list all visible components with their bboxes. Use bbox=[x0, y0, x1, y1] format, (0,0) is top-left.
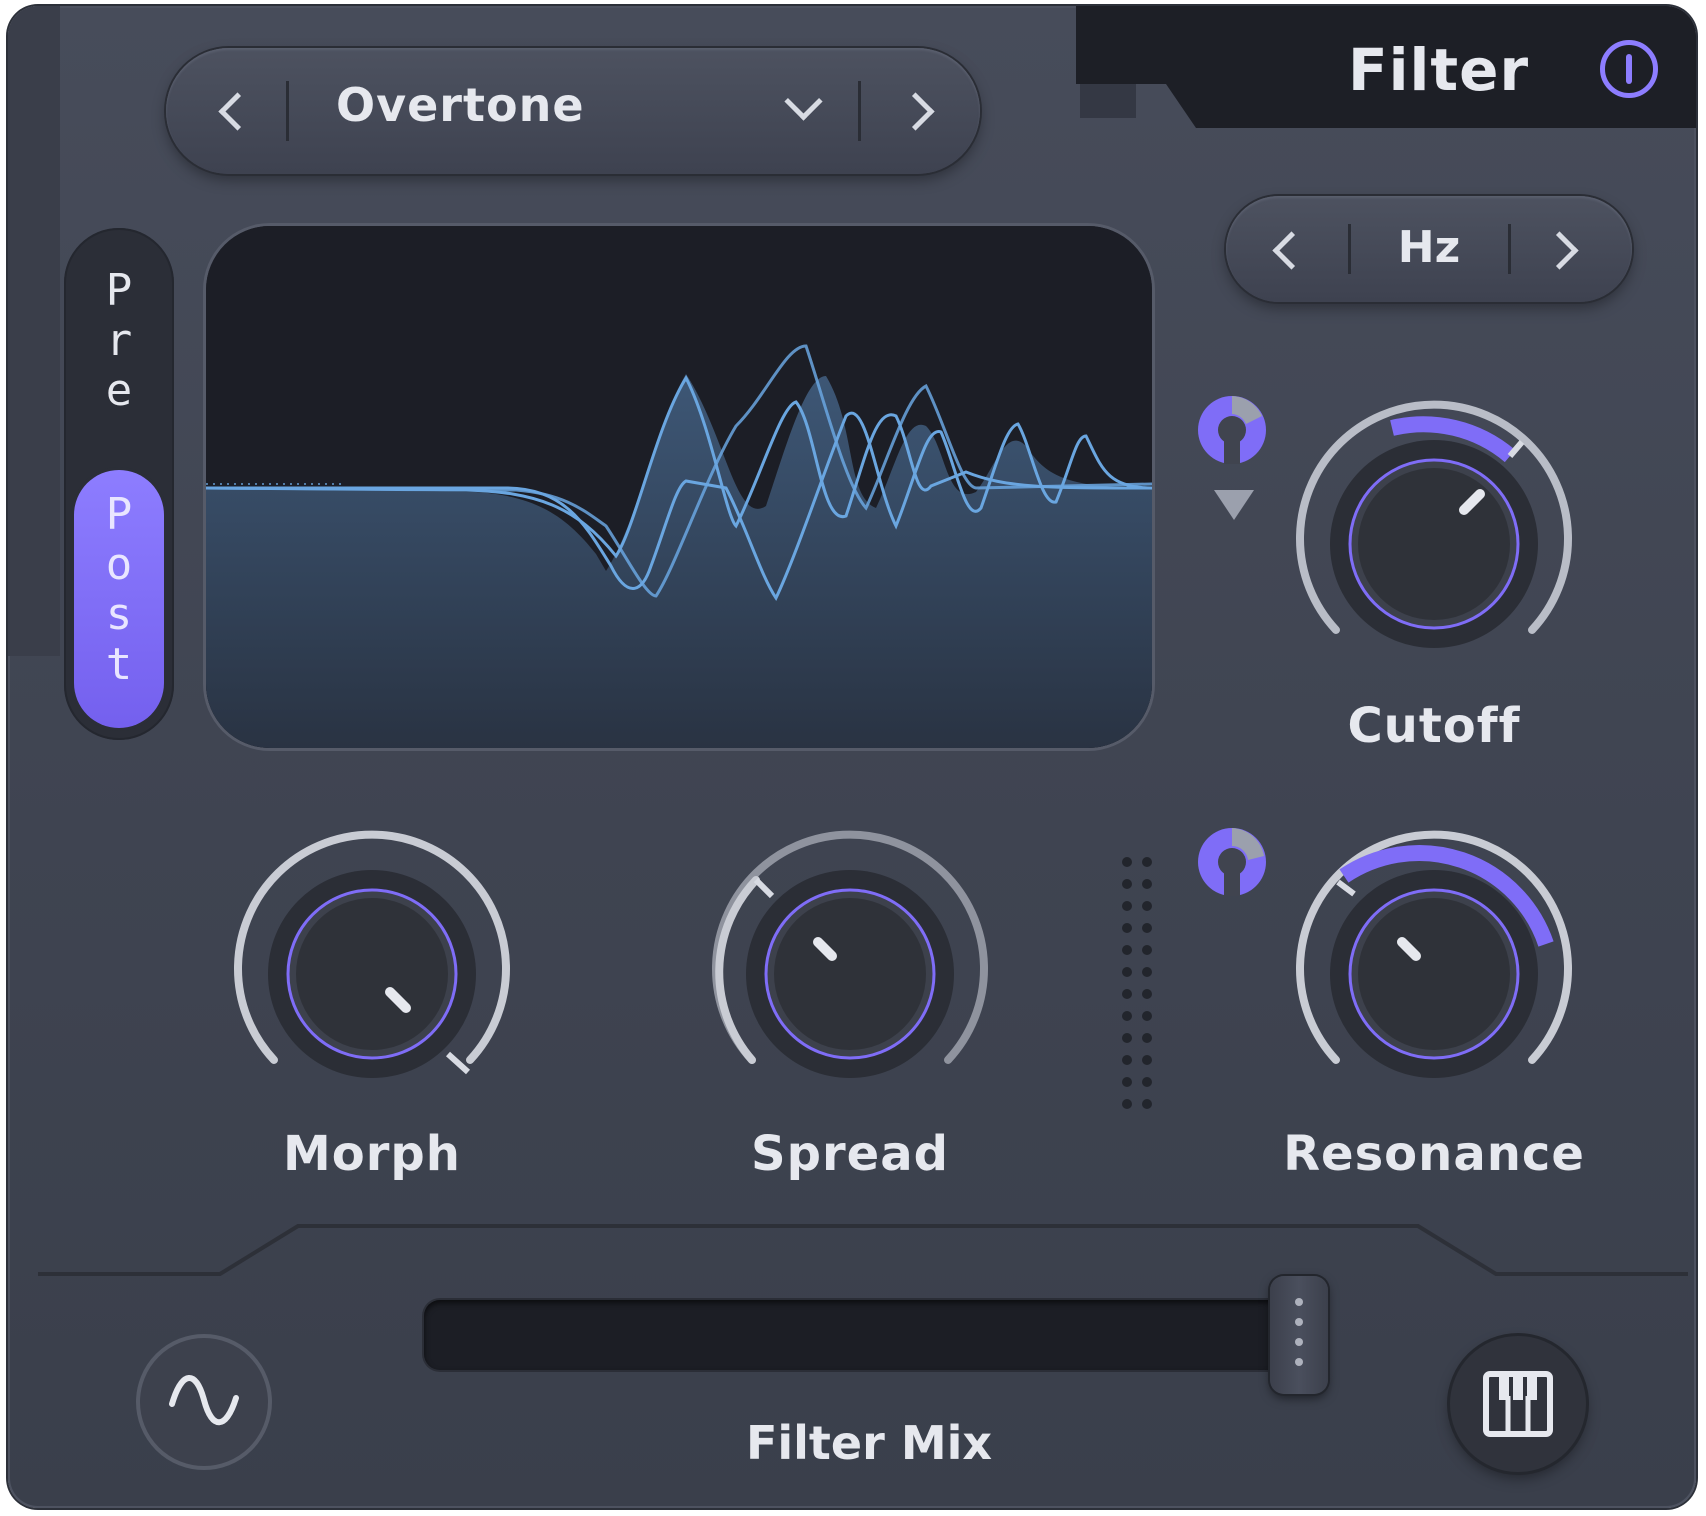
morph-label: Morph bbox=[283, 1126, 461, 1182]
preset-separator bbox=[286, 80, 289, 142]
dropdown-triangle-icon[interactable] bbox=[1214, 490, 1254, 520]
resonance-label: Resonance bbox=[1283, 1126, 1585, 1182]
piano-keys-icon bbox=[1483, 1371, 1553, 1437]
preset-separator bbox=[858, 80, 861, 142]
section-divider bbox=[38, 1224, 1688, 1276]
morph-knob[interactable] bbox=[222, 824, 522, 1124]
unit-separator bbox=[1508, 223, 1511, 275]
filter-response-graph bbox=[206, 226, 1152, 748]
spread-knob[interactable] bbox=[700, 824, 1000, 1124]
keyboard-tracking-button[interactable] bbox=[1450, 1336, 1586, 1472]
filter-panel: Filter Overtone Hz Pre Post Cutoff Morph… bbox=[8, 6, 1696, 1508]
chevron-left-icon[interactable] bbox=[218, 92, 257, 131]
drag-handle-icon[interactable] bbox=[1120, 854, 1154, 1124]
module-title: Filter bbox=[1348, 36, 1530, 104]
modulation-source-icon[interactable] bbox=[1192, 390, 1272, 470]
pre-post-switch[interactable]: Pre Post bbox=[64, 228, 174, 740]
spread-label: Spread bbox=[751, 1126, 949, 1182]
filter-mix-slider-handle[interactable] bbox=[1270, 1276, 1328, 1394]
filter-mix-label: Filter Mix bbox=[745, 1416, 993, 1470]
power-icon[interactable] bbox=[1600, 40, 1658, 98]
unit-selector: Hz bbox=[1226, 196, 1632, 302]
preset-name[interactable]: Overtone bbox=[336, 78, 585, 132]
sine-wave-icon bbox=[169, 1375, 239, 1426]
filter-response-display[interactable] bbox=[206, 226, 1152, 748]
chevron-down-icon[interactable] bbox=[784, 82, 823, 121]
filter-mix-slider-track[interactable] bbox=[424, 1300, 1314, 1370]
resonance-knob[interactable] bbox=[1284, 824, 1584, 1124]
pre-label[interactable]: Pre bbox=[64, 266, 174, 416]
post-label: Post bbox=[74, 490, 164, 690]
cutoff-knob[interactable] bbox=[1284, 394, 1584, 694]
post-button[interactable]: Post bbox=[74, 470, 164, 728]
left-edge-strip bbox=[8, 6, 60, 656]
lfo-button[interactable] bbox=[136, 1334, 272, 1470]
post-label-text: Post bbox=[105, 489, 133, 690]
cutoff-label: Cutoff bbox=[1347, 698, 1521, 754]
chevron-right-icon[interactable] bbox=[896, 92, 935, 131]
modulation-source-icon[interactable] bbox=[1192, 822, 1272, 902]
pre-label-text: Pre bbox=[105, 265, 133, 416]
preset-selector: Overtone bbox=[166, 48, 980, 174]
